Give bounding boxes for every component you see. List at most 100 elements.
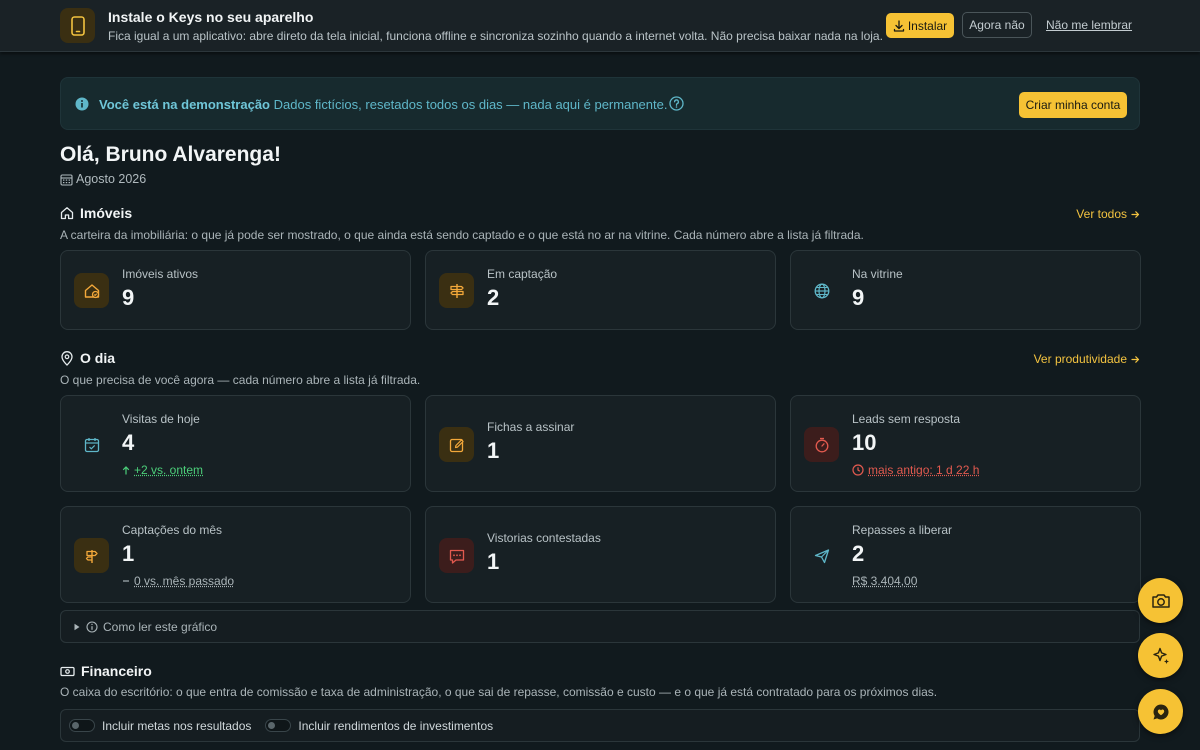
odia-description: O que precisa de você agora — cada númer… <box>60 373 421 387</box>
card-value: 1 <box>487 438 500 463</box>
imoveis-header: Imóveis <box>60 205 132 221</box>
message-alert-icon <box>439 538 474 573</box>
card-label: Fichas a assinar <box>487 420 575 434</box>
odia-title: O dia <box>80 350 116 366</box>
home-icon <box>60 207 74 220</box>
install-button-label: Instalar <box>907 18 948 33</box>
sparkles-icon <box>1152 647 1169 664</box>
card-value: 2 <box>487 285 500 310</box>
install-title: Instale o Keys no seu aparelho <box>108 9 314 25</box>
send-icon <box>804 538 839 573</box>
card-value: 1 <box>122 541 135 566</box>
info-icon <box>86 620 98 633</box>
toggle-label: Incluir rendimentos de investimentos <box>298 718 494 733</box>
card-label: Vistorias contestadas <box>487 531 601 545</box>
card-value: 9 <box>852 285 865 310</box>
card-label: Imóveis ativos <box>122 267 199 281</box>
card-visitas-hoje[interactable]: Visitas de hoje 4 +2 vs. ontem <box>60 395 411 492</box>
trend-indicator: +2 vs. ontem <box>122 463 203 477</box>
smartphone-icon <box>60 8 95 43</box>
arrow-right-icon <box>1131 355 1140 363</box>
calendar-check-icon <box>74 427 109 462</box>
card-imoveis-ativos[interactable]: Imóveis ativos 9 <box>60 250 411 330</box>
financeiro-description: O caixa do escritório: o que entra de co… <box>60 685 938 699</box>
card-leads-sem-resposta[interactable]: Leads sem resposta 10 mais antigo: 1 d 2… <box>790 395 1141 492</box>
banknote-icon <box>60 666 75 676</box>
card-value: 9 <box>122 285 135 310</box>
map-pin-icon <box>61 350 73 366</box>
month-indicator: Agosto 2026 <box>60 172 146 186</box>
help-icon[interactable] <box>669 96 684 111</box>
create-account-button[interactable]: Criar minha conta <box>1019 92 1127 118</box>
demo-text: Dados fictícios, resetados todos os dias… <box>273 97 668 112</box>
card-fichas-assinar[interactable]: Fichas a assinar 1 <box>425 395 776 492</box>
chat-fab[interactable] <box>1138 689 1183 734</box>
arrow-right-icon <box>1131 210 1140 218</box>
caret-right-icon <box>74 623 80 630</box>
card-repasses-liberar[interactable]: Repasses a liberar 2 R$ 3.404,00 <box>790 506 1141 603</box>
view-productivity-label: Ver produtividade <box>1033 352 1127 366</box>
view-all-label: Ver todos <box>1076 207 1127 221</box>
chart-help-toggle[interactable]: Como ler este gráfico <box>60 610 1140 643</box>
toggle-include-goals[interactable]: Incluir metas nos resultados <box>69 719 251 733</box>
signpost-icon <box>439 273 474 308</box>
card-label: Leads sem resposta <box>852 412 961 426</box>
globe-icon <box>804 273 839 308</box>
amount-indicator: R$ 3.404,00 <box>852 574 917 588</box>
edit-icon <box>439 427 474 462</box>
minus-icon <box>123 580 129 582</box>
toggle-label: Incluir metas nos resultados <box>102 718 252 733</box>
card-value: 2 <box>852 541 865 566</box>
card-sub: +2 vs. ontem <box>134 463 204 477</box>
card-label: Repasses a liberar <box>852 523 953 537</box>
card-sub: 0 vs. mês passado <box>134 574 235 588</box>
switch[interactable] <box>69 719 95 732</box>
oldest-indicator: mais antigo: 1 d 22 h <box>852 463 979 477</box>
house-check-icon <box>74 273 109 308</box>
demo-title: Você está na demonstração <box>99 97 270 112</box>
financeiro-toggles: Incluir metas nos resultados Incluir ren… <box>60 709 1140 742</box>
card-label: Na vitrine <box>852 267 903 281</box>
card-captacoes-mes[interactable]: Captações do mês 1 0 vs. mês passado <box>60 506 411 603</box>
card-em-captacao[interactable]: Em captação 2 <box>425 250 776 330</box>
clock-icon <box>852 464 864 476</box>
signpost-icon <box>74 538 109 573</box>
page-title: Olá, Bruno Alvarenga! <box>60 143 281 166</box>
card-value: 10 <box>852 430 877 455</box>
financeiro-header: Financeiro <box>60 663 152 679</box>
install-banner: Instale o Keys no seu aparelho Fica igua… <box>0 0 1200 52</box>
toggle-include-investments[interactable]: Incluir rendimentos de investimentos <box>265 719 493 733</box>
chart-help-label: Como ler este gráfico <box>103 619 218 634</box>
camera-icon <box>1151 593 1170 608</box>
card-sub: R$ 3.404,00 <box>852 574 918 588</box>
imoveis-title: Imóveis <box>80 205 133 221</box>
trend-indicator: 0 vs. mês passado <box>122 574 234 588</box>
install-button[interactable]: Instalar <box>886 13 954 38</box>
month-label: Agosto 2026 <box>76 172 147 186</box>
download-icon <box>893 19 904 32</box>
view-productivity-link[interactable]: Ver produtividade <box>1034 352 1140 366</box>
card-label: Em captação <box>487 267 558 281</box>
switch[interactable] <box>265 719 292 732</box>
card-label: Captações do mês <box>122 523 223 537</box>
card-sub: mais antigo: 1 d 22 h <box>868 463 980 477</box>
camera-fab[interactable] <box>1138 578 1183 623</box>
never-remind-link[interactable]: Não me lembrar <box>1046 18 1132 32</box>
card-label: Visitas de hoje <box>122 412 200 426</box>
card-na-vitrine[interactable]: Na vitrine 9 <box>790 250 1141 330</box>
later-button[interactable]: Agora não <box>962 12 1032 38</box>
view-all-link[interactable]: Ver todos <box>1076 207 1140 221</box>
card-value: 4 <box>122 430 135 455</box>
install-description: Fica igual a um aplicativo: abre direto … <box>108 29 883 43</box>
demo-banner: Você está na demonstração Dados fictício… <box>60 77 1140 130</box>
odia-header: O dia <box>60 350 115 366</box>
timer-icon <box>804 427 839 462</box>
arrow-up-icon <box>122 465 130 474</box>
ai-assistant-fab[interactable] <box>1138 633 1183 678</box>
calendar-icon <box>60 173 73 186</box>
imoveis-description: A carteira da imobiliária: o que já pode… <box>60 228 864 242</box>
card-vistorias-contestadas[interactable]: Vistorias contestadas 1 <box>425 506 776 603</box>
info-icon <box>75 97 89 111</box>
financeiro-title: Financeiro <box>81 663 152 679</box>
chat-heart-icon <box>1153 704 1169 719</box>
